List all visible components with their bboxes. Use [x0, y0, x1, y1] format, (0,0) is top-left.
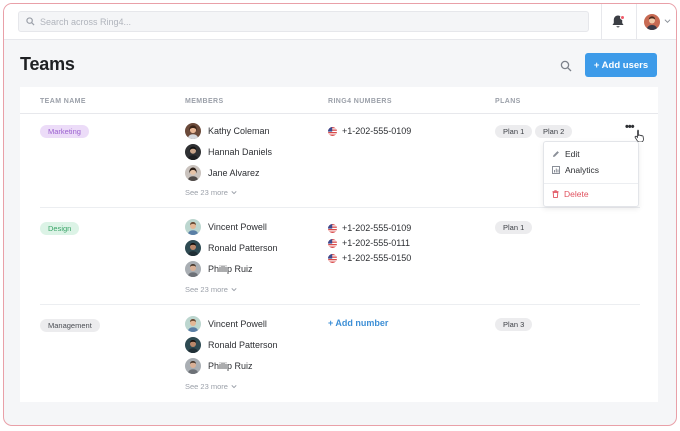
us-flag-icon — [328, 126, 337, 136]
member-item[interactable]: Jane Alvarez — [185, 165, 260, 181]
app-window: Teams + Add users TEAM NAME MEMBERS RING… — [3, 3, 677, 426]
us-flag-icon — [328, 238, 337, 248]
team-tag-design[interactable]: Design — [40, 222, 80, 235]
phone-number[interactable]: +1-202-555-0109 — [328, 223, 411, 233]
chevron-down-icon — [231, 288, 237, 292]
chevron-down-icon[interactable] — [664, 18, 671, 24]
menu-item-label: Delete — [564, 189, 589, 199]
teams-table: TEAM NAME MEMBERS RING4 NUMBERS PLANS Ma… — [20, 87, 658, 402]
member-item[interactable]: Phillip Ruiz — [185, 358, 253, 374]
search-icon — [26, 17, 35, 26]
user-avatar[interactable] — [644, 14, 660, 30]
menu-item-edit[interactable]: Edit — [552, 149, 580, 159]
trash-icon — [552, 190, 559, 198]
avatar — [185, 337, 201, 353]
member-name: Vincent Powell — [208, 319, 267, 329]
divider — [636, 4, 637, 40]
member-item[interactable]: Ronald Patterson — [185, 240, 278, 256]
member-name: Phillip Ruiz — [208, 264, 253, 274]
page-title: Teams — [20, 54, 75, 74]
see-more-label: See 23 more — [185, 188, 228, 197]
pencil-icon — [553, 151, 559, 157]
avatar — [185, 316, 201, 332]
more-icon[interactable]: ••• — [625, 121, 635, 133]
member-name: Hannah Daniels — [208, 147, 273, 157]
global-search[interactable] — [18, 11, 589, 32]
member-item[interactable]: Ronald Patterson — [185, 337, 278, 353]
column-header-members[interactable]: MEMBERS — [185, 98, 224, 105]
analytics-icon — [552, 166, 560, 174]
phone-number-text: +1-202-555-0109 — [342, 126, 412, 136]
member-name: Ronald Patterson — [208, 243, 278, 253]
avatar — [185, 358, 201, 374]
avatar — [185, 165, 201, 181]
phone-number[interactable]: +1-202-555-0109 — [328, 126, 411, 136]
plan-badge[interactable]: Plan 2 — [535, 125, 573, 138]
menu-item-delete[interactable]: Delete — [552, 189, 589, 199]
menu-item-label: Analytics — [565, 165, 600, 175]
chevron-down-icon — [231, 385, 237, 389]
search-icon[interactable] — [560, 60, 572, 72]
avatar — [185, 261, 201, 277]
table-header: TEAM NAME MEMBERS RING4 NUMBERS PLANS — [20, 87, 658, 114]
phone-number[interactable]: +1-202-555-0111 — [328, 238, 410, 248]
member-item[interactable]: Phillip Ruiz — [185, 261, 253, 277]
phone-number-text: +1-202-555-0150 — [342, 253, 412, 263]
column-header-numbers[interactable]: RING4 NUMBERS — [328, 98, 392, 105]
member-name: Phillip Ruiz — [208, 361, 253, 371]
see-more-link[interactable]: See 23 more — [185, 285, 237, 294]
phone-number-text: +1-202-555-0111 — [342, 238, 410, 248]
member-item[interactable]: Kathy Coleman — [185, 123, 270, 139]
add-number-link[interactable]: + Add number — [328, 318, 388, 328]
member-name: Ronald Patterson — [208, 340, 278, 350]
plan-badge[interactable]: Plan 3 — [495, 318, 533, 331]
phone-number[interactable]: +1-202-555-0150 — [328, 253, 411, 263]
row-divider — [40, 304, 640, 305]
menu-divider — [544, 183, 638, 184]
row-divider — [40, 207, 640, 208]
column-header-plans[interactable]: PLANS — [495, 98, 521, 105]
row-actions-menu: Edit Analytics Delete — [543, 141, 639, 207]
divider — [601, 4, 602, 40]
member-name: Jane Alvarez — [208, 168, 260, 178]
phone-number-text: +1-202-555-0109 — [342, 223, 412, 233]
see-more-link[interactable]: See 23 more — [185, 382, 237, 391]
plan-badge[interactable]: Plan 1 — [495, 221, 533, 234]
avatar — [185, 219, 201, 235]
menu-item-analytics[interactable]: Analytics — [552, 165, 599, 175]
see-more-label: See 23 more — [185, 285, 228, 294]
avatar — [185, 123, 201, 139]
menu-item-label: Edit — [565, 149, 580, 159]
member-name: Kathy Coleman — [208, 126, 270, 136]
member-item[interactable]: Vincent Powell — [185, 316, 267, 332]
team-tag-marketing[interactable]: Marketing — [40, 125, 89, 138]
column-header-team-name[interactable]: TEAM NAME — [40, 98, 86, 105]
see-more-label: See 23 more — [185, 382, 228, 391]
chevron-down-icon — [231, 191, 237, 195]
top-bar — [4, 4, 676, 40]
add-users-button[interactable]: + Add users — [585, 53, 657, 77]
see-more-link[interactable]: See 23 more — [185, 188, 237, 197]
avatar — [185, 240, 201, 256]
member-name: Vincent Powell — [208, 222, 267, 232]
plan-badge[interactable]: Plan 1 — [495, 125, 533, 138]
us-flag-icon — [328, 223, 337, 233]
member-item[interactable]: Hannah Daniels — [185, 144, 272, 160]
search-input[interactable] — [40, 16, 560, 27]
avatar — [185, 144, 201, 160]
team-tag-management[interactable]: Management — [40, 319, 100, 332]
notification-badge — [620, 15, 625, 20]
us-flag-icon — [328, 253, 337, 263]
member-item[interactable]: Vincent Powell — [185, 219, 267, 235]
